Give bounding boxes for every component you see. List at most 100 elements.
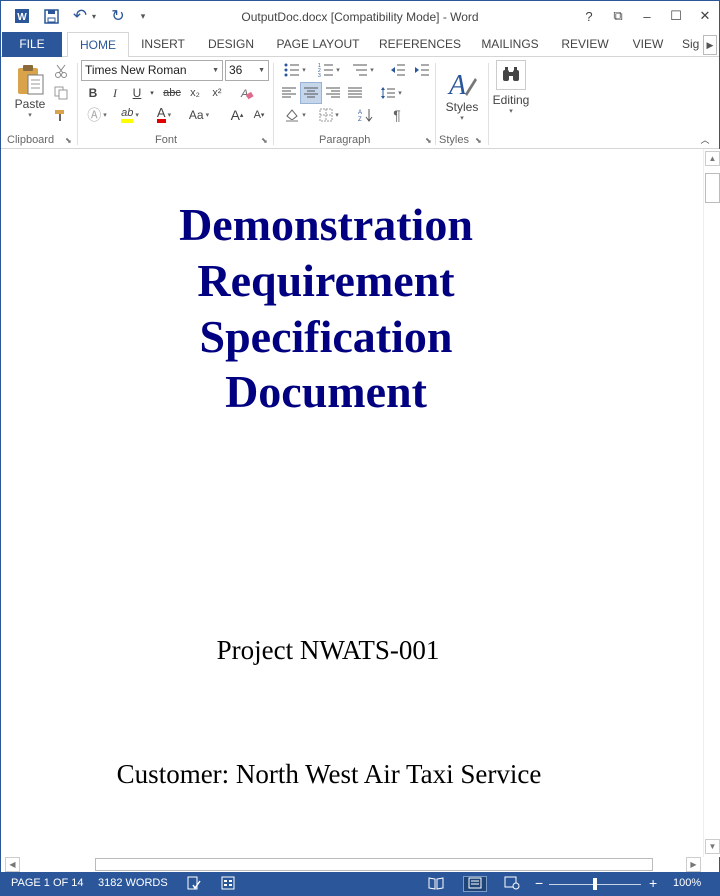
scroll-right-button[interactable]: ▶ <box>686 857 701 872</box>
document-title-line: Specification <box>199 311 453 362</box>
styles-button[interactable]: A Styles ▾ <box>441 60 483 130</box>
increase-indent-icon[interactable] <box>411 60 433 80</box>
paste-button[interactable]: Paste ▾ <box>11 61 49 121</box>
tab-mailings[interactable]: MAILINGS <box>475 32 545 57</box>
tab-design[interactable]: DESIGN <box>201 32 261 57</box>
zoom-in-button[interactable]: + <box>649 875 657 891</box>
tab-signature[interactable]: Sig <box>682 32 704 57</box>
text-effects-button[interactable]: Ⓐ ▾ <box>83 105 111 125</box>
line-spacing-button[interactable]: ▾ <box>375 83 407 103</box>
web-layout-icon[interactable] <box>503 876 521 892</box>
undo-dropdown-icon[interactable]: ▾ <box>89 6 99 26</box>
sort-icon[interactable]: AZ <box>355 105 377 125</box>
print-layout-icon[interactable] <box>463 876 487 892</box>
align-left-icon[interactable] <box>279 83 299 103</box>
document-page[interactable]: Demonstration Requirement Specification … <box>1 149 703 857</box>
zoom-out-button[interactable]: − <box>535 875 543 891</box>
shrink-font-button[interactable]: A ▾ <box>249 105 269 125</box>
zoom-slider-thumb[interactable] <box>593 878 597 890</box>
multilevel-list-button[interactable]: ▾ <box>347 60 379 80</box>
numbering-button[interactable]: 1 2 3 ▾ <box>313 60 345 80</box>
bullets-button[interactable]: ▾ <box>279 60 311 80</box>
document-title-line: Document <box>225 366 427 417</box>
subscript-button[interactable]: x₂ <box>185 83 205 103</box>
read-mode-icon[interactable] <box>427 876 445 892</box>
align-right-icon[interactable] <box>323 83 343 103</box>
undo-icon[interactable]: ↶ <box>71 6 89 26</box>
clear-formatting-glyph: A <box>240 88 248 100</box>
clear-formatting-icon[interactable]: A <box>237 83 257 103</box>
font-size-combo[interactable]: 36 ▼ <box>225 60 269 81</box>
italic-button[interactable]: I <box>105 83 125 103</box>
strikethrough-button[interactable]: abc <box>161 83 183 103</box>
document-title-line: Requirement <box>197 255 455 306</box>
scroll-down-button[interactable]: ▼ <box>705 839 720 854</box>
scroll-up-button[interactable]: ▲ <box>705 151 720 166</box>
ribbon-display-options-button[interactable]: ⧉ <box>605 5 631 27</box>
grow-font-button[interactable]: A ▴ <box>227 105 247 125</box>
help-button[interactable]: ? <box>576 5 602 27</box>
styles-group-label: Styles <box>439 134 469 146</box>
paste-dropdown-icon[interactable]: ▾ <box>28 111 32 119</box>
vertical-scrollbar[interactable]: ▲ ▼ <box>703 149 720 857</box>
shading-button[interactable]: ▾ <box>279 105 311 125</box>
underline-dropdown-icon[interactable]: ▾ <box>147 83 157 103</box>
copy-icon[interactable] <box>51 83 71 103</box>
paragraph-group-label: Paragraph <box>319 134 371 146</box>
customize-qat-icon[interactable]: ▾ <box>137 6 149 26</box>
tab-references[interactable]: REFERENCES <box>376 32 464 57</box>
underline-button[interactable]: U <box>127 83 147 103</box>
tab-review[interactable]: REVIEW <box>556 32 614 57</box>
font-color-button[interactable]: A ▾ <box>149 105 179 125</box>
format-painter-icon[interactable] <box>51 105 71 125</box>
horizontal-scroll-thumb[interactable] <box>95 858 653 871</box>
show-formatting-marks-button[interactable]: ¶ <box>387 105 407 125</box>
borders-button[interactable]: ▾ <box>313 105 345 125</box>
text-effects-icon: Ⓐ <box>87 107 102 123</box>
font-launcher-icon[interactable]: ⬊ <box>261 136 270 145</box>
shrink-font-icon: A <box>253 109 261 121</box>
save-icon[interactable] <box>41 6 61 26</box>
scroll-left-button[interactable]: ◀ <box>5 857 20 872</box>
decrease-indent-icon[interactable] <box>387 60 409 80</box>
change-case-button[interactable]: Aa ▾ <box>183 105 215 125</box>
superscript-button[interactable]: x² <box>207 83 227 103</box>
word-window: W ↶ ▾ ↻ ▾ OutputDoc.docx [Compatibility … <box>0 0 720 896</box>
zoom-level[interactable]: 100% <box>673 877 701 889</box>
styles-launcher-icon[interactable]: ⬊ <box>475 136 484 145</box>
clipboard-launcher-icon[interactable]: ⬊ <box>65 136 74 145</box>
collapse-ribbon-icon[interactable]: ︿ <box>698 133 712 145</box>
tab-view[interactable]: VIEW <box>625 32 671 57</box>
cut-icon[interactable] <box>51 61 71 81</box>
font-size-dropdown-icon[interactable]: ▼ <box>258 61 265 80</box>
font-name-combo[interactable]: Times New Roman ▼ <box>81 60 223 81</box>
page-count[interactable]: PAGE 1 OF 14 <box>11 877 84 889</box>
font-group-label: Font <box>155 134 178 146</box>
font-name-dropdown-icon[interactable]: ▼ <box>212 61 219 80</box>
proofing-icon[interactable] <box>185 876 203 892</box>
maximize-button[interactable]: ☐ <box>663 5 689 27</box>
justify-icon[interactable] <box>345 83 365 103</box>
word-count[interactable]: 3182 WORDS <box>98 877 168 889</box>
ribbon-scroll-right-button[interactable]: ▶ <box>703 35 717 55</box>
horizontal-scrollbar[interactable]: ◀ ▶ <box>1 857 703 872</box>
multilevel-list-icon <box>353 64 368 76</box>
highlight-button[interactable]: ab ▾ <box>113 105 147 125</box>
close-button[interactable]: ✕ <box>692 5 718 27</box>
numbering-icon: 123 <box>318 63 334 77</box>
tab-insert[interactable]: INSERT <box>135 32 191 57</box>
tab-home[interactable]: HOME <box>67 32 129 58</box>
bold-button[interactable]: B <box>83 83 103 103</box>
redo-icon[interactable]: ↻ <box>109 6 127 26</box>
word-app-icon[interactable]: W <box>12 6 32 26</box>
tab-page-layout[interactable]: PAGE LAYOUT <box>271 32 365 57</box>
paragraph-launcher-icon[interactable]: ⬊ <box>425 136 434 145</box>
tab-file[interactable]: FILE <box>2 32 62 57</box>
editing-button[interactable]: Editing ▾ <box>491 60 531 126</box>
clipboard-group-label: Clipboard <box>7 134 55 146</box>
highlight-icon: ab <box>121 107 134 123</box>
align-center-icon[interactable] <box>300 82 322 104</box>
macro-recording-icon[interactable] <box>219 876 237 892</box>
minimize-button[interactable]: – <box>634 5 660 27</box>
vertical-scroll-thumb[interactable] <box>705 173 720 203</box>
